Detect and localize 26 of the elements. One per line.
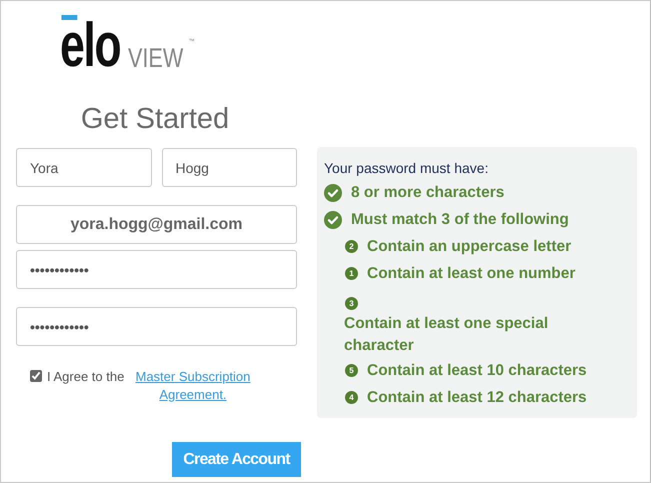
agreement-text: I Agree to the Master Subscription Agreement. xyxy=(47,368,287,404)
logo-wordmark: elo xyxy=(60,23,120,69)
rule-text: 8 or more characters xyxy=(351,183,504,203)
logo-product: VIEW xyxy=(128,47,183,69)
logo-bar xyxy=(61,15,78,20)
rule-text: Contain at least 10 characters xyxy=(367,361,587,381)
rule-text: Must match 3 of the following xyxy=(351,210,569,230)
password-field[interactable]: •••••••••••• xyxy=(16,307,297,346)
rule-text: Contain at least one special character xyxy=(344,315,548,354)
name-field[interactable]: Yora xyxy=(16,148,152,187)
count-badge: 5 xyxy=(345,364,358,377)
rule-text: Contain at least one number xyxy=(367,264,576,284)
password-field[interactable]: •••••••••••• xyxy=(16,250,297,289)
name-field[interactable]: Hogg xyxy=(162,148,297,187)
rule-text: Contain at least 12 characters xyxy=(367,388,587,408)
check-circle-icon xyxy=(324,210,342,228)
rules-title: Your password must have: xyxy=(324,159,490,177)
count-badge: 2 xyxy=(345,240,358,253)
count-badge: 3 xyxy=(345,297,358,310)
page-heading: Get Started xyxy=(80,103,230,136)
agree-checkbox[interactable] xyxy=(30,370,42,382)
email-field[interactable]: yora.hogg@gmail.com xyxy=(16,205,297,244)
rule-text: Contain an uppercase letter xyxy=(367,237,572,257)
check-circle-icon xyxy=(324,184,342,202)
count-badge: 1 xyxy=(345,267,358,280)
count-badge: 4 xyxy=(345,391,358,404)
